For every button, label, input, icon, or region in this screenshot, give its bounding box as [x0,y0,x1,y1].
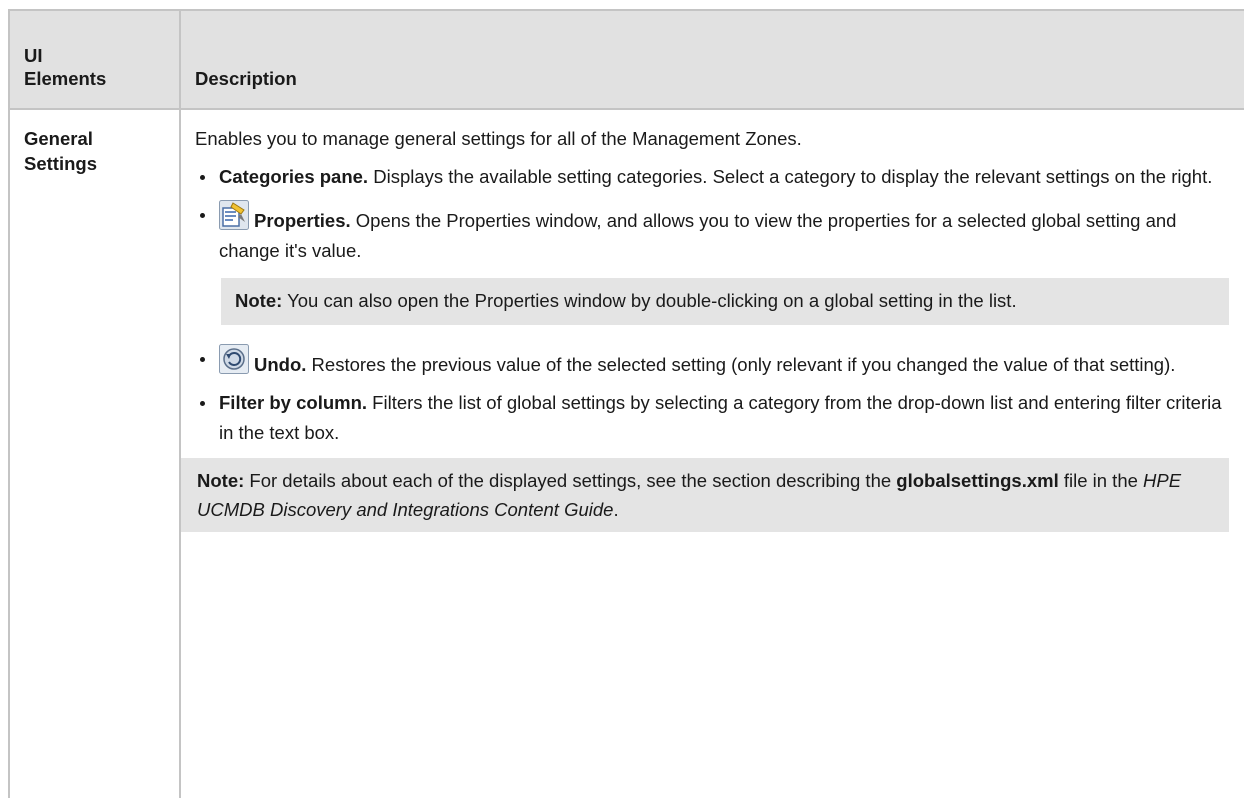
bullet [200,401,205,406]
item-title: Categories pane. [219,166,369,187]
note-box: Note: You can also open the Properties w… [221,278,1229,325]
element-cell: General Settings [8,108,180,798]
element-name: General Settings [10,110,179,176]
item-title: Properties. [254,210,351,231]
item-text: Opens the Properties window, and allows … [219,210,1177,261]
table-row: General Settings Enables you to manage g… [8,108,1244,798]
page: UI Elements Description General Settings… [0,0,1244,798]
item-text: Filters the list of global settings by s… [219,392,1222,443]
item-title: Undo. [254,354,307,375]
list-item-filter-by-column: Filter by column. Filters the list of gl… [195,388,1229,448]
note-text: . [613,499,619,520]
note-label: Note: [197,470,245,491]
bullet [200,213,205,218]
header-description: Description [179,9,1244,109]
item-text: Displays the available setting categorie… [368,166,1213,187]
bullet [200,175,205,180]
undo-icon [219,344,249,374]
feature-list: Categories pane. Displays the available … [195,162,1229,448]
item-title: Filter by column. [219,392,368,413]
note-text: file in the [1058,470,1144,491]
file-name: globalsettings.xml [896,470,1059,491]
description-intro: Enables you to manage general settings f… [195,128,802,149]
note-box: Note: For details about each of the disp… [181,458,1229,532]
item-text: Restores the previous value of the selec… [306,354,1176,375]
list-item-properties: Properties. Opens the Properties window,… [195,200,1229,325]
bullet [200,357,205,362]
properties-icon [219,200,249,230]
ui-elements-table: UI Elements Description General Settings… [8,9,1244,798]
list-item-categories-pane: Categories pane. Displays the available … [195,162,1229,192]
description-cell: Enables you to manage general settings f… [179,108,1244,798]
note-text: For details about each of the displayed … [244,470,897,491]
note-text: You can also open the Properties window … [282,290,1017,311]
element-name-text: General Settings [24,128,97,174]
note-label: Note: [235,290,283,311]
table-header-row: UI Elements Description [8,9,1244,109]
header-ui-elements: UI Elements [8,9,180,109]
description: Enables you to manage general settings f… [181,110,1244,798]
list-item-undo: Undo. Restores the previous value of the… [195,344,1229,380]
header-ui-elements-label: UI Elements [24,45,107,89]
